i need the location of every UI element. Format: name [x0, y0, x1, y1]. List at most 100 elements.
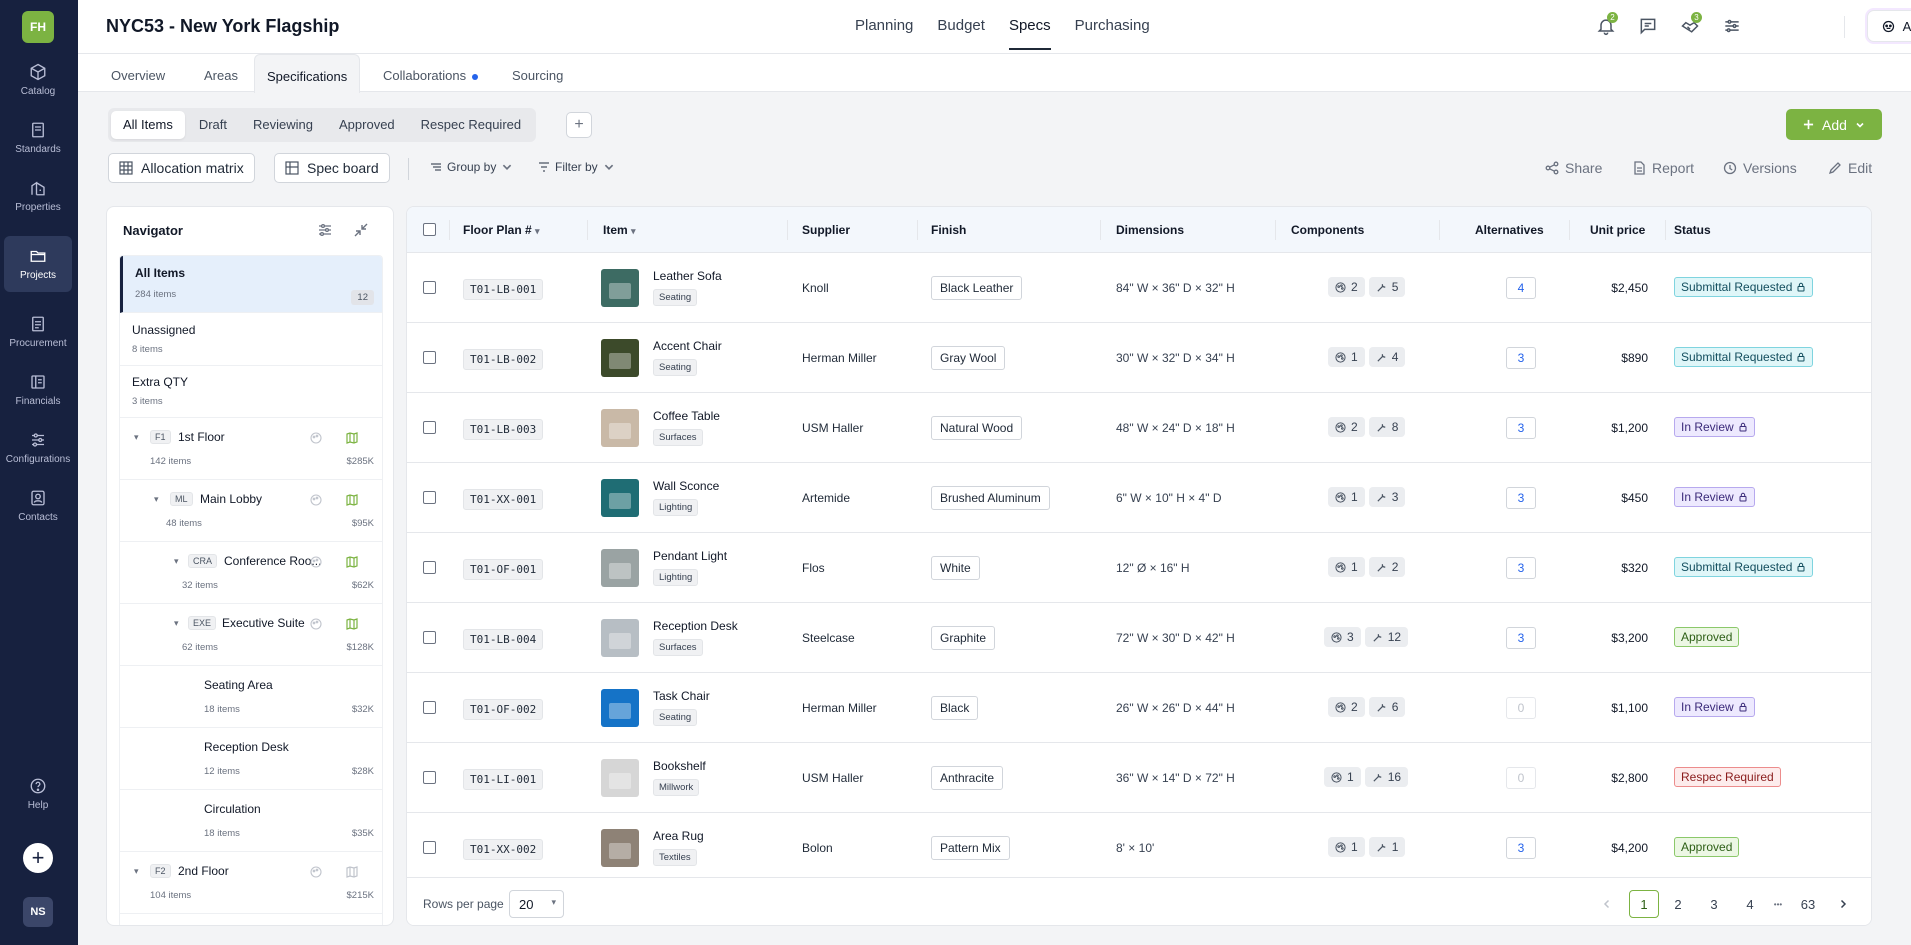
item-name[interactable]: Pendant Light: [653, 549, 727, 563]
page-4-button[interactable]: 4: [1739, 890, 1761, 918]
row-checkbox[interactable]: [423, 841, 436, 854]
row-checkbox[interactable]: [423, 701, 436, 714]
filter-by-dropdown[interactable]: Filter by: [538, 160, 615, 174]
global-add-button[interactable]: +: [23, 843, 53, 873]
status-badge[interactable]: Approved: [1674, 627, 1740, 647]
tab-areas[interactable]: Areas: [192, 54, 250, 92]
table-row[interactable]: T01-OF-001 Pendant Light Lighting Flos White…: [407, 533, 1871, 603]
settings-button[interactable]: [1722, 14, 1744, 38]
sidebar-item-projects[interactable]: Projects: [4, 236, 72, 292]
sidebar-item-standards[interactable]: Standards: [4, 110, 72, 166]
finishes-count[interactable]: 2: [1328, 417, 1365, 437]
item-name[interactable]: Reception Desk: [653, 619, 738, 633]
status-badge[interactable]: In Review: [1674, 487, 1755, 507]
notifications-button[interactable]: 2: [1596, 12, 1618, 38]
item-name[interactable]: Bookshelf: [653, 759, 706, 773]
alternatives-count[interactable]: 3: [1506, 487, 1536, 509]
floor-plan-code[interactable]: T01-XX-002: [463, 839, 544, 860]
rows-per-page-select[interactable]: 20: [509, 890, 564, 918]
column-header-floor-plan[interactable]: Floor Plan # ▾: [463, 223, 540, 237]
table-row[interactable]: T01-LB-003 Coffee Table Surfaces USM Haller…: [407, 393, 1871, 463]
finishes-count[interactable]: 3: [1324, 627, 1361, 647]
nav-item-main-lobby[interactable]: ▾ ML Main Lobby 48 items $95K: [120, 480, 382, 542]
table-row[interactable]: T01-LB-002 Accent Chair Seating Herman Mill…: [407, 323, 1871, 393]
alternatives-count[interactable]: 3: [1506, 347, 1536, 369]
parts-count[interactable]: 4: [1368, 347, 1406, 367]
column-header-components[interactable]: Components: [1291, 223, 1364, 237]
palette-icon[interactable]: [310, 618, 322, 630]
tab-specifications[interactable]: Specifications: [254, 54, 361, 93]
nav-item-unassigned[interactable]: Unassigned 8 items: [120, 313, 382, 366]
spec-board-button[interactable]: Spec board: [274, 153, 390, 183]
nav-item-reception-desk[interactable]: Reception Desk 12 items $28K: [120, 728, 382, 790]
item-thumbnail[interactable]: [601, 269, 639, 307]
status-badge[interactable]: In Review: [1674, 417, 1755, 437]
finish-chip[interactable]: Black Leather: [931, 276, 1023, 300]
group-by-dropdown[interactable]: Group by: [430, 160, 513, 174]
versions-button[interactable]: Versions: [1723, 160, 1797, 176]
finishes-count[interactable]: 2: [1328, 277, 1365, 297]
status-tab-approved[interactable]: Approved: [327, 111, 407, 139]
sidebar-item-help[interactable]: Help: [4, 766, 72, 822]
nav-purchasing[interactable]: Purchasing: [1063, 0, 1162, 54]
column-header-finish[interactable]: Finish: [931, 223, 966, 237]
row-checkbox[interactable]: [423, 281, 436, 294]
nav-item-conference-room[interactable]: ▾ CRA Conference Roo... 32 items $62K: [120, 542, 382, 604]
item-name[interactable]: Leather Sofa: [653, 269, 722, 283]
finish-chip[interactable]: Pattern Mix: [931, 836, 1010, 860]
finish-chip[interactable]: White: [931, 556, 980, 580]
sidebar-item-properties[interactable]: Properties: [4, 168, 72, 224]
status-tab-all-items[interactable]: All Items: [111, 111, 185, 139]
table-row[interactable]: T01-LB-004 Reception Desk Surfaces Steelcas…: [407, 603, 1871, 673]
floor-plan-icon[interactable]: [346, 556, 358, 568]
table-row[interactable]: T01-XX-001 Wall Sconce Lighting Artemide Bru…: [407, 463, 1871, 533]
next-page-button[interactable]: [1833, 890, 1853, 918]
floor-plan-code[interactable]: T01-LB-001: [463, 279, 544, 300]
row-checkbox[interactable]: [423, 421, 436, 434]
row-checkbox[interactable]: [423, 491, 436, 504]
row-checkbox[interactable]: [423, 561, 436, 574]
parts-count[interactable]: 3: [1368, 487, 1406, 507]
sidebar-item-contacts[interactable]: Contacts: [4, 478, 72, 534]
item-name[interactable]: Task Chair: [653, 689, 710, 703]
report-button[interactable]: Report: [1632, 160, 1694, 176]
select-all-checkbox[interactable]: [423, 223, 436, 236]
palette-icon[interactable]: [310, 866, 322, 878]
palette-icon[interactable]: [310, 556, 322, 568]
alternatives-count[interactable]: 3: [1506, 837, 1536, 859]
column-header-dimensions[interactable]: Dimensions: [1116, 223, 1184, 237]
floor-plan-icon[interactable]: [346, 866, 358, 878]
parts-count[interactable]: 8: [1368, 417, 1406, 437]
parts-count[interactable]: 5: [1368, 277, 1406, 297]
tab-collaborations[interactable]: Collaborations: [371, 54, 490, 92]
finishes-count[interactable]: 2: [1328, 697, 1365, 717]
finishes-count[interactable]: 1: [1328, 557, 1365, 577]
row-checkbox[interactable]: [423, 771, 436, 784]
finish-chip[interactable]: Brushed Aluminum: [931, 486, 1050, 510]
floor-plan-code[interactable]: T01-XX-001: [463, 489, 544, 510]
finish-chip[interactable]: Graphite: [931, 626, 996, 650]
finish-chip[interactable]: Natural Wood: [931, 416, 1023, 440]
nav-planning[interactable]: Planning: [843, 0, 925, 54]
status-badge[interactable]: Submittal Requested: [1674, 557, 1814, 577]
page-2-button[interactable]: 2: [1667, 890, 1689, 918]
navigator-settings-button[interactable]: [317, 222, 333, 238]
nav-item-floor-2[interactable]: ▾ F2 2nd Floor 104 items $215K: [120, 852, 382, 914]
page-3-button[interactable]: 3: [1703, 890, 1725, 918]
table-row[interactable]: T01-XX-002 Area Rug Textiles Bolon Pattern M…: [407, 813, 1871, 883]
alternatives-count[interactable]: 3: [1506, 557, 1536, 579]
org-logo[interactable]: FH: [22, 11, 54, 43]
row-checkbox[interactable]: [423, 351, 436, 364]
column-header-item[interactable]: Item ▾: [603, 223, 636, 237]
add-status-tab-button[interactable]: +: [566, 112, 592, 138]
add-button[interactable]: Add: [1786, 109, 1882, 140]
prev-page-button[interactable]: [1597, 890, 1617, 918]
tab-overview[interactable]: Overview: [99, 54, 177, 92]
sidebar-item-financials[interactable]: Financials: [4, 362, 72, 418]
nav-item-floor-1[interactable]: ▾ F1 1st Floor 142 items $285K: [120, 418, 382, 480]
finishes-count[interactable]: 1: [1328, 837, 1365, 857]
status-badge[interactable]: Submittal Requested: [1674, 347, 1814, 367]
parts-count[interactable]: 6: [1368, 697, 1406, 717]
alternatives-count[interactable]: 0: [1506, 697, 1536, 719]
floor-plan-icon[interactable]: [346, 494, 358, 506]
